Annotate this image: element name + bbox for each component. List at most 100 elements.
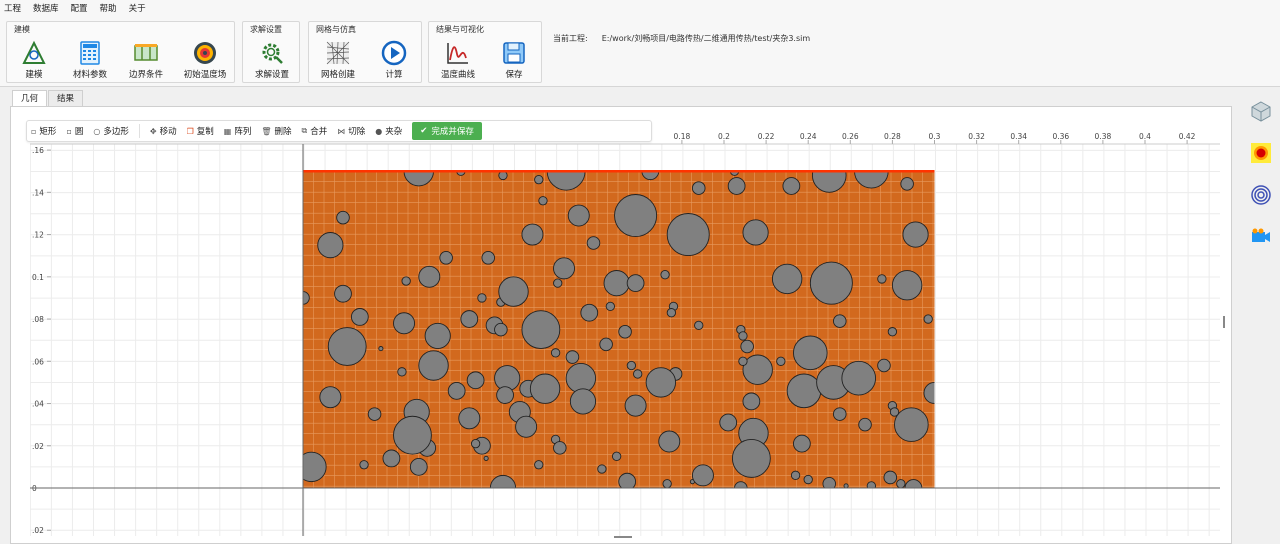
move-tool-button[interactable]: ✥ 移动 xyxy=(150,125,177,138)
inclusion-circle[interactable] xyxy=(694,320,704,331)
inclusion-circle[interactable] xyxy=(727,177,746,195)
inclusion-circle[interactable] xyxy=(550,348,561,358)
inclusion-circle[interactable] xyxy=(553,441,567,455)
menu-help[interactable]: 帮助 xyxy=(100,2,117,14)
inclusion-circle[interactable] xyxy=(866,481,877,490)
inclusion-circle[interactable] xyxy=(891,270,923,301)
inclusion-circle[interactable] xyxy=(923,314,933,324)
inclusion-circle[interactable] xyxy=(378,346,384,352)
inclusion-circle[interactable] xyxy=(809,261,853,305)
cube-icon[interactable] xyxy=(1250,100,1272,122)
copy-tool-button[interactable]: ❐ 复制 xyxy=(187,125,214,138)
inclusion-circle[interactable] xyxy=(393,312,416,335)
inclusion-circle[interactable] xyxy=(586,236,601,250)
polygon-tool-button[interactable]: ○ 多边形 xyxy=(93,125,129,138)
menu-config[interactable]: 配置 xyxy=(71,2,88,14)
inclusion-circle[interactable] xyxy=(382,449,401,468)
inclusion-circle[interactable] xyxy=(771,263,803,295)
modeling-button[interactable]: 建模 xyxy=(9,38,59,82)
inclusion-circle[interactable] xyxy=(790,470,801,480)
inclusion-circle[interactable] xyxy=(447,381,466,400)
temperature-curve-button[interactable]: 温度曲线 xyxy=(433,38,483,82)
rect-tool-button[interactable]: ▫ 矩形 xyxy=(31,125,56,138)
inclusion-circle[interactable] xyxy=(662,479,672,488)
inclusion-circle[interactable] xyxy=(793,335,828,371)
inclusion-circle[interactable] xyxy=(317,232,344,259)
inclusion-circle[interactable] xyxy=(691,464,714,487)
inclusion-circle[interactable] xyxy=(565,350,580,364)
heat-icon[interactable] xyxy=(1250,142,1272,164)
inclusion-circle[interactable] xyxy=(887,327,898,337)
inclusion-circle[interactable] xyxy=(731,439,771,478)
inclusion-circle[interactable] xyxy=(580,303,599,322)
inclusion-circle[interactable] xyxy=(666,308,677,318)
inclusion-circle[interactable] xyxy=(742,354,773,385)
inclusion-circle[interactable] xyxy=(401,276,411,286)
inclusion-circle[interactable] xyxy=(424,322,451,350)
inclusion-circle[interactable] xyxy=(367,407,382,421)
inclusion-circle[interactable] xyxy=(565,362,597,394)
inclusion-circle[interactable] xyxy=(786,373,822,409)
inclusion-circle[interactable] xyxy=(883,470,898,485)
inclusion-circle[interactable] xyxy=(894,407,929,442)
inclusion-circle[interactable] xyxy=(803,474,813,485)
inclusion-circle[interactable] xyxy=(740,339,754,354)
inclusion-circle[interactable] xyxy=(460,310,479,328)
inclusion-circle[interactable] xyxy=(439,251,453,265)
inclusion-circle[interactable] xyxy=(498,171,508,181)
inclusion-circle[interactable] xyxy=(902,221,929,248)
inclusion-circle[interactable] xyxy=(611,451,622,461)
inclusion-circle[interactable] xyxy=(418,350,449,381)
inclusion-circle[interactable] xyxy=(889,407,900,417)
inclusion-circle[interactable] xyxy=(691,181,706,195)
inclusion-circle[interactable] xyxy=(833,314,847,328)
inclusion-circle[interactable] xyxy=(534,460,544,470)
inclusion-circle[interactable] xyxy=(833,407,847,421)
inclusion-circle[interactable] xyxy=(605,301,615,312)
inclusion-circle[interactable] xyxy=(397,367,407,377)
inclusion-circle[interactable] xyxy=(359,460,369,470)
inclusion-circle[interactable] xyxy=(660,270,670,280)
initial-temp-button[interactable]: 初始温度场 xyxy=(177,38,233,82)
inclusion-circle[interactable] xyxy=(624,394,647,417)
inclusion-circle[interactable] xyxy=(350,308,369,326)
inclusion-circle[interactable] xyxy=(515,415,538,438)
inclusion-circle[interactable] xyxy=(567,204,590,227)
inclusion-circle[interactable] xyxy=(742,392,761,411)
material-params-button[interactable]: 材料参数 xyxy=(65,38,115,82)
inclusion-circle[interactable] xyxy=(481,251,496,265)
inclusion-circle[interactable] xyxy=(534,174,544,185)
inclusion-circle[interactable] xyxy=(900,177,914,191)
inclusion-circle[interactable] xyxy=(793,434,811,453)
inclusion-circle[interactable] xyxy=(841,360,877,396)
inclusion-circle[interactable] xyxy=(719,413,738,432)
inclusion-circle[interactable] xyxy=(409,458,428,476)
save-button[interactable]: 保存 xyxy=(489,38,539,82)
inclusion-circle[interactable] xyxy=(811,159,847,193)
inclusion-circle[interactable] xyxy=(738,331,748,341)
inclusion-circle[interactable] xyxy=(858,417,872,432)
inclusion-circle[interactable] xyxy=(327,327,367,366)
vertical-splitter-handle[interactable] xyxy=(1223,316,1225,328)
solver-settings-button[interactable]: 求解设置 xyxy=(247,38,297,82)
inclusion-circle[interactable] xyxy=(877,358,891,373)
menu-project[interactable]: 工程 xyxy=(4,2,21,14)
tab-results[interactable]: 结果 xyxy=(48,90,84,106)
circle-tool-button[interactable]: ▫ 圆 xyxy=(66,125,83,138)
inclusion-circle[interactable] xyxy=(599,337,613,352)
inclusion-circle[interactable] xyxy=(418,265,441,288)
inclusion-circle[interactable] xyxy=(738,356,748,366)
inclusion-circle[interactable] xyxy=(896,479,906,488)
inclusion-circle[interactable] xyxy=(776,356,786,366)
inclusion-circle[interactable] xyxy=(521,310,561,349)
mesh-create-button[interactable]: 网格创建 xyxy=(313,38,363,82)
merge-tool-button[interactable]: ⧉ 合并 xyxy=(302,125,328,137)
inclusion-circle[interactable] xyxy=(334,284,352,303)
inclusion-circle[interactable] xyxy=(553,278,563,288)
inclusion-circle[interactable] xyxy=(458,407,481,430)
boundary-conditions-button[interactable]: 边界条件 xyxy=(121,38,171,82)
inclusion-circle[interactable] xyxy=(618,324,632,339)
inclusion-tool-button[interactable]: ● 夹杂 xyxy=(375,125,402,138)
menu-about[interactable]: 关于 xyxy=(129,2,146,14)
inclusion-circle[interactable] xyxy=(614,194,658,238)
